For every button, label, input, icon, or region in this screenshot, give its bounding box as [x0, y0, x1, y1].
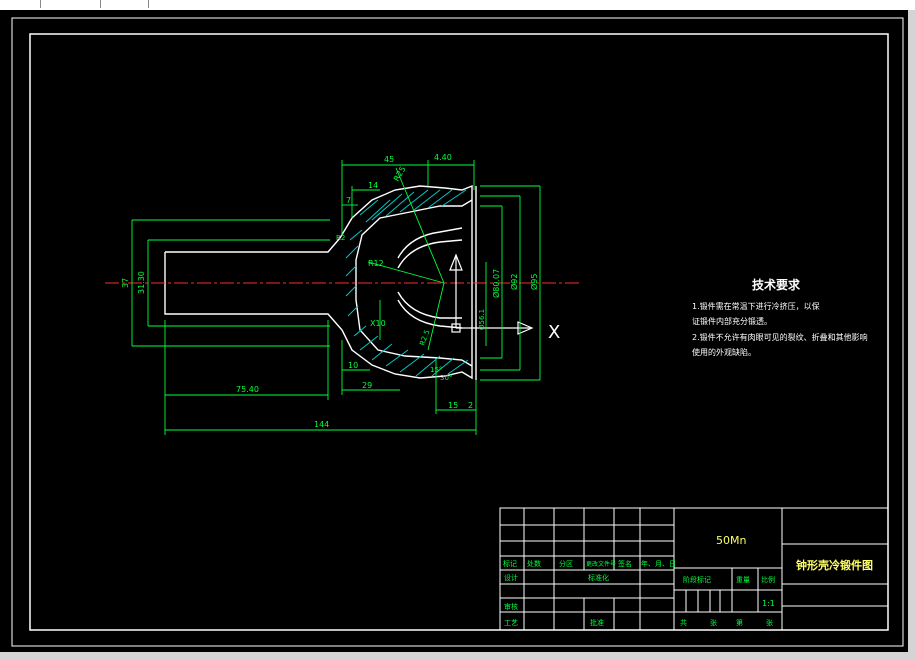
dim-4-40: 4.40: [434, 153, 452, 162]
shaft-outline: [164, 237, 343, 331]
title-block-texts: 50Mn 钟形壳冷锻件图 标记 处数 分区 更改文件号 签名 年、月、日 设计 …: [503, 534, 873, 627]
dim-7: 7: [346, 196, 351, 205]
dim-x10: X10: [370, 319, 386, 328]
value-scale: 1:1: [762, 599, 775, 608]
horizontal-scrollbar[interactable]: [0, 652, 915, 660]
label-review: 审核: [504, 602, 518, 611]
track-upper: [397, 227, 463, 269]
notes-line-2: 2.锻件不允许有肉眼可见的裂纹、折叠和其他影响: [692, 332, 868, 342]
header-date: 年、月、日: [641, 559, 676, 568]
header-count: 处数: [527, 559, 541, 568]
notes-line-1b: 证锻件内部充分锻透。: [692, 316, 772, 326]
dim-75-4: 75.40: [236, 385, 259, 394]
dim-45: 45: [384, 155, 394, 164]
cad-drawing: X 45 4.40 14 7 R25 R12 R2 X10 R2.5 37 31…: [11, 17, 904, 647]
notes-line-1: 1.锻件需在常温下进行冷挤压，以保: [692, 301, 820, 311]
label-total: 共: [680, 618, 687, 627]
dim-d92: Ø92: [509, 274, 519, 290]
dimension-lines: [131, 160, 541, 435]
notes-line-2b: 使用的外观缺陷。: [692, 347, 756, 357]
dim-15: 15: [448, 401, 458, 410]
label-scale: 比例: [761, 575, 775, 584]
dim-29: 29: [362, 381, 372, 390]
technical-notes: 技术要求 1.锻件需在常温下进行冷挤压，以保 证锻件内部充分锻透。 2.锻件不允…: [692, 277, 868, 357]
label-process: 工艺: [504, 619, 518, 627]
label-sheet-no: 第: [736, 618, 743, 627]
header-change-doc: 更改文件号: [586, 560, 616, 568]
dim-30deg: 30°: [440, 374, 452, 382]
material: 50Mn: [716, 534, 746, 547]
dim-144: 144: [314, 420, 329, 429]
label-stage: 阶段标记: [683, 575, 711, 584]
dim-2: 2: [468, 401, 473, 410]
header-mark: 标记: [503, 559, 517, 568]
label-weight: 重量: [736, 576, 750, 584]
axis-label: X: [548, 322, 560, 343]
part-name: 钟形壳冷锻件图: [796, 558, 873, 572]
dim-37: 37: [121, 278, 130, 288]
label-approve: 批准: [590, 618, 604, 627]
label-sheets: 张: [710, 618, 717, 627]
dim-d95: Ø95: [529, 274, 539, 290]
dim-d56: Ø56.1: [478, 309, 486, 330]
dim-10: 10: [348, 361, 358, 370]
dim-31-3: 31.30: [137, 271, 146, 294]
label-standardize: 标准化: [588, 573, 609, 582]
vertical-scrollbar[interactable]: [908, 10, 915, 660]
track-lower: [397, 291, 463, 329]
header-signature: 签名: [618, 559, 632, 568]
dim-r-mid: R12: [368, 259, 384, 268]
dim-15deg: 15°: [430, 366, 442, 374]
dim-r-top: R25: [392, 165, 408, 183]
dim-r-small: R2: [336, 234, 345, 242]
notes-title: 技术要求: [752, 277, 801, 292]
label-sheet-unit: 张: [766, 618, 773, 627]
label-design: 设计: [504, 573, 518, 582]
header-zone: 分区: [559, 559, 573, 568]
dim-14: 14: [368, 181, 378, 190]
dim-d80: Ø80.07: [491, 269, 501, 298]
bell-outer: [339, 184, 473, 380]
